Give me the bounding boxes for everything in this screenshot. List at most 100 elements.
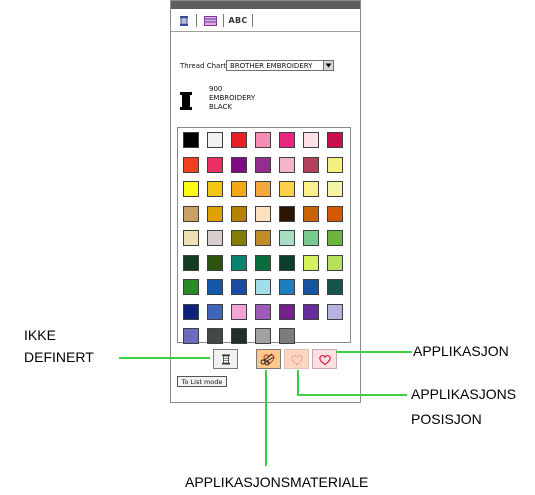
callout-line-appliqué — [336, 351, 412, 353]
color-swatch[interactable] — [231, 205, 247, 222]
swatch-list — [183, 132, 351, 344]
color-swatch[interactable] — [327, 230, 343, 246]
color-swatch[interactable] — [231, 279, 247, 295]
color-swatch[interactable] — [279, 328, 295, 344]
appliqué-material-button[interactable] — [256, 349, 281, 369]
current-thread-swatch — [182, 95, 190, 107]
color-swatch[interactable] — [207, 254, 223, 271]
color-swatch[interactable] — [207, 303, 223, 320]
scissors-heart-icon — [260, 353, 274, 366]
color-swatch[interactable] — [279, 279, 295, 295]
tab-fill-pattern[interactable] — [201, 12, 219, 29]
appliqué-button[interactable] — [312, 349, 337, 369]
color-swatch[interactable] — [303, 205, 319, 222]
tab-separator — [223, 14, 224, 27]
color-swatch[interactable] — [327, 303, 343, 320]
color-swatch[interactable] — [303, 230, 319, 246]
callout-appliqué-position: APPLIKASJONS POSISJON — [411, 385, 516, 429]
color-swatch[interactable] — [303, 279, 319, 295]
color-swatch[interactable] — [207, 205, 223, 222]
thread-color-palette: ABC Thread Chart: BROTHER EMBROIDERY 900… — [170, 0, 361, 403]
color-swatch[interactable] — [327, 156, 343, 173]
callout-not-defined-line2: DEFINERT — [24, 349, 94, 365]
color-swatch[interactable] — [207, 230, 223, 246]
color-swatch[interactable] — [255, 328, 271, 344]
tab-text[interactable]: ABC — [227, 12, 249, 29]
tab-separator — [252, 14, 253, 27]
callout-line-not-defined — [119, 357, 210, 359]
color-swatch[interactable] — [255, 205, 271, 222]
color-swatch[interactable] — [327, 254, 343, 271]
callout-position-line1: APPLIKASJONS — [411, 386, 517, 402]
thread-spool-icon — [180, 92, 192, 110]
thread-chart-label: Thread Chart: — [180, 62, 229, 70]
tab-separator — [196, 14, 197, 27]
color-swatch[interactable] — [279, 254, 295, 271]
thread-chart-select[interactable]: BROTHER EMBROIDERY — [226, 60, 334, 71]
color-swatch[interactable] — [279, 230, 295, 246]
color-swatch[interactable] — [207, 328, 223, 344]
thread-chart-value: BROTHER EMBROIDERY — [230, 62, 313, 70]
color-swatch[interactable] — [183, 279, 199, 295]
color-swatch[interactable] — [231, 254, 247, 271]
color-swatch[interactable] — [207, 132, 223, 148]
color-swatch[interactable] — [183, 303, 199, 320]
palette-tabs: ABC — [171, 9, 360, 32]
callout-position-line2: POSISJON — [411, 411, 482, 427]
color-swatch[interactable] — [231, 156, 247, 173]
color-swatch[interactable] — [183, 156, 199, 173]
chevron-down-icon[interactable] — [323, 60, 334, 71]
color-swatch[interactable] — [255, 279, 271, 295]
thread-spool-icon — [221, 354, 230, 364]
heart-outline-icon — [290, 354, 303, 365]
current-thread-info: 900 EMBROIDERY BLACK — [179, 85, 359, 121]
color-swatch[interactable] — [279, 181, 295, 197]
color-swatch[interactable] — [303, 254, 319, 271]
callout-appliqué-material: APPLIKASJONSMATERIALE — [185, 474, 369, 490]
color-swatch[interactable] — [303, 303, 319, 320]
color-swatch[interactable] — [327, 205, 343, 222]
color-swatch[interactable] — [255, 254, 271, 271]
color-swatch[interactable] — [231, 132, 247, 148]
callout-line-position — [297, 394, 407, 396]
current-thread-brand: EMBROIDERY — [209, 94, 256, 102]
color-swatch[interactable] — [255, 303, 271, 320]
color-swatch[interactable] — [183, 132, 199, 148]
color-swatch[interactable] — [255, 132, 271, 148]
thread-spool-icon — [180, 15, 188, 26]
color-swatch[interactable] — [279, 205, 295, 222]
color-swatch[interactable] — [183, 205, 199, 222]
color-swatch[interactable] — [183, 328, 199, 344]
color-swatch[interactable] — [231, 328, 247, 344]
color-swatch[interactable] — [255, 230, 271, 246]
palette-titlebar[interactable] — [171, 1, 360, 9]
color-swatch[interactable] — [231, 230, 247, 246]
to-list-mode-button[interactable]: To List mode — [177, 376, 227, 387]
color-swatch-grid — [177, 127, 351, 344]
color-swatch[interactable] — [207, 279, 223, 295]
color-swatch[interactable] — [303, 132, 319, 148]
color-swatch[interactable] — [183, 181, 199, 197]
color-swatch[interactable] — [183, 230, 199, 246]
tab-thread-color[interactable] — [176, 12, 192, 29]
color-swatch[interactable] — [231, 181, 247, 197]
color-swatch[interactable] — [279, 132, 295, 148]
color-swatch[interactable] — [183, 254, 199, 271]
not-defined-button[interactable] — [213, 349, 238, 369]
color-swatch[interactable] — [327, 132, 343, 148]
color-swatch[interactable] — [207, 181, 223, 197]
color-swatch[interactable] — [327, 181, 343, 197]
current-thread-number: 900 — [209, 85, 223, 93]
color-swatch[interactable] — [207, 156, 223, 173]
color-swatch[interactable] — [279, 303, 295, 320]
color-swatch[interactable] — [303, 181, 319, 197]
color-swatch[interactable] — [255, 156, 271, 173]
color-swatch[interactable] — [255, 181, 271, 197]
appliqué-position-button[interactable] — [284, 349, 309, 369]
color-swatch[interactable] — [279, 156, 295, 173]
callout-not-defined-line1: IKKE — [24, 327, 56, 343]
color-swatch[interactable] — [231, 303, 247, 320]
color-swatch[interactable] — [327, 279, 343, 295]
color-swatch[interactable] — [303, 156, 319, 173]
tab-text-label: ABC — [228, 16, 248, 25]
